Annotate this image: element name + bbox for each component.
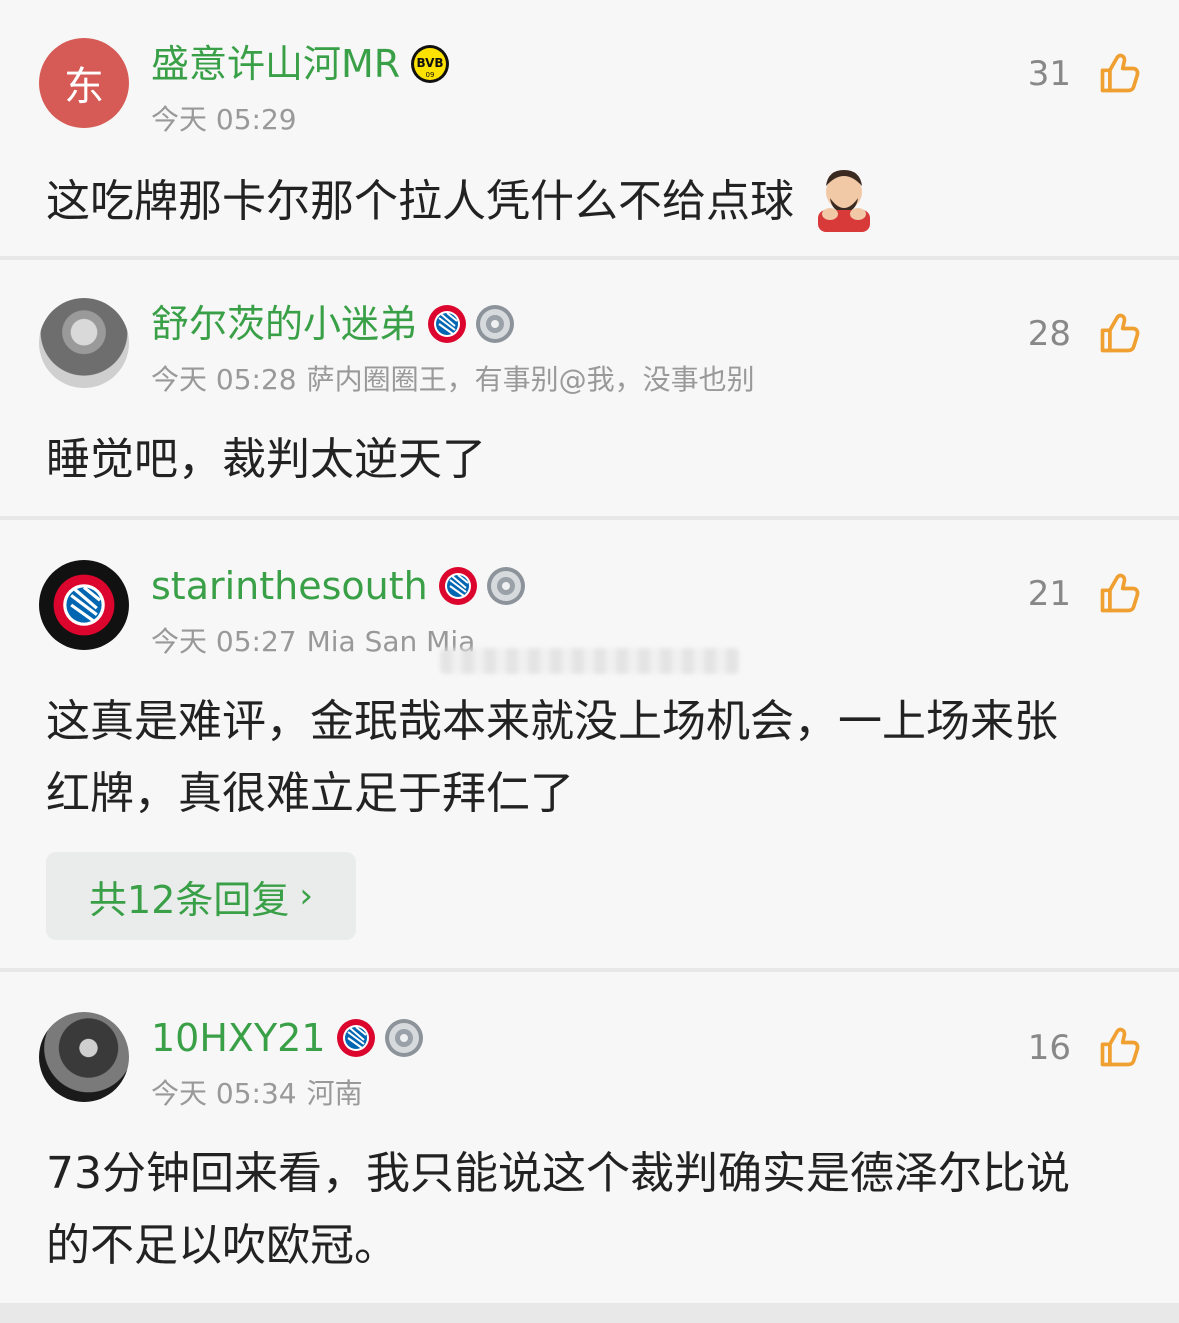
like-control[interactable]: 28	[1028, 312, 1141, 356]
comment-time: 今天 05:27	[151, 625, 297, 658]
avatar[interactable]	[39, 560, 129, 650]
comment-text: 这真是难评，金珉哉本来就没上场机会，一上场来张 红牌，真很难立足于拜仁了	[46, 686, 1153, 830]
username-text: 盛意许山河MR	[151, 42, 401, 86]
username[interactable]: 舒尔茨的小迷弟	[151, 304, 515, 344]
comment-text-line: 的不足以吹欧冠。	[46, 1220, 398, 1271]
view-replies-button[interactable]: 共12条回复 ›	[46, 852, 356, 940]
badge-group	[438, 566, 526, 606]
comment-time: 今天 05:28	[151, 363, 297, 396]
like-count: 31	[1027, 54, 1071, 94]
like-count: 21	[1027, 574, 1071, 614]
comment-meta: 今天 05:27 Mia San Mia	[151, 620, 485, 660]
blurred-overlay	[440, 648, 740, 674]
bayern-badge-icon	[336, 1018, 376, 1058]
like-control[interactable]: 16	[1028, 1026, 1141, 1070]
badge-group	[427, 304, 515, 344]
comment-text-line: 73分钟回来看，我只能说这个裁判确实是德泽尔比说	[46, 1148, 1070, 1199]
comment-feed: 东 盛意许山河MR 今天 05:29 31 这吃牌那卡尔那个拉人凭什么不给点球	[0, 0, 1179, 1323]
avatar[interactable]	[39, 1012, 129, 1102]
comment-time: 今天 05:29	[151, 103, 297, 136]
username[interactable]: 盛意许山河MR	[151, 44, 450, 84]
username-text: 10HXY21	[151, 1016, 326, 1060]
trophy-badge-icon	[384, 1018, 424, 1058]
comment-meta: 今天 05:34 河南	[151, 1072, 373, 1112]
bvb-badge-icon	[410, 44, 450, 84]
comment-item: 东 盛意许山河MR 今天 05:29 31 这吃牌那卡尔那个拉人凭什么不给点球	[0, 0, 1179, 256]
like-count: 28	[1027, 314, 1071, 354]
comment-text: 73分钟回来看，我只能说这个裁判确实是德泽尔比说 的不足以吹欧冠。	[46, 1138, 1153, 1282]
comment-item: 舒尔茨的小迷弟 今天 05:28 萨内圈圈王，有事别@我，没事也别 28 睡觉吧，…	[0, 260, 1179, 516]
like-count: 16	[1027, 1028, 1071, 1068]
replies-label: 共12条回复	[89, 877, 290, 922]
bayern-badge-icon	[438, 566, 478, 606]
comment-text-body: 这吃牌那卡尔那个拉人凭什么不给点球	[46, 176, 794, 227]
thumbs-up-icon[interactable]	[1097, 52, 1141, 96]
avatar-text: 东	[39, 38, 129, 128]
username[interactable]: 10HXY21	[151, 1018, 424, 1058]
comment-text-line: 这真是难评，金珉哉本来就没上场机会，一上场来张	[46, 696, 1058, 747]
username-text: 舒尔茨的小迷弟	[151, 302, 418, 346]
bayern-badge-icon	[427, 304, 467, 344]
like-control[interactable]: 31	[1028, 52, 1141, 96]
comment-text: 睡觉吧，裁判太逆天了	[46, 434, 486, 485]
user-signature: 萨内圈圈王，有事别@我，没事也别	[306, 363, 755, 396]
comment-text-line: 红牌，真很难立足于拜仁了	[46, 768, 574, 819]
like-control[interactable]: 21	[1028, 572, 1141, 616]
comment-meta: 今天 05:28 萨内圈圈王，有事别@我，没事也别	[151, 358, 765, 398]
trophy-badge-icon	[475, 304, 515, 344]
chevron-right-icon: ›	[299, 876, 313, 916]
comment-item: starinthesouth 今天 05:27 Mia San Mia 21 这真…	[0, 520, 1179, 968]
comment-time: 今天 05:34	[151, 1077, 297, 1110]
trophy-badge-icon	[486, 566, 526, 606]
avatar[interactable]: 东	[39, 38, 129, 128]
username[interactable]: starinthesouth	[151, 566, 526, 606]
badge-group	[336, 1018, 424, 1058]
comment-item: 10HXY21 今天 05:34 河南 16 73分钟回来看，我只能说这个裁判确实…	[0, 972, 1179, 1303]
thumbs-up-icon[interactable]	[1097, 1026, 1141, 1070]
bayern-logo-icon	[52, 573, 116, 637]
thumbs-up-icon[interactable]	[1097, 572, 1141, 616]
comment-meta: 今天 05:29	[151, 98, 307, 138]
thumbs-up-icon[interactable]	[1097, 312, 1141, 356]
facepalm-sticker-icon	[818, 170, 870, 232]
comment-location: 河南	[306, 1077, 363, 1110]
avatar[interactable]	[39, 298, 129, 388]
username-text: starinthesouth	[151, 564, 428, 608]
comment-text: 这吃牌那卡尔那个拉人凭什么不给点球	[46, 162, 1153, 238]
badge-group	[410, 44, 450, 84]
